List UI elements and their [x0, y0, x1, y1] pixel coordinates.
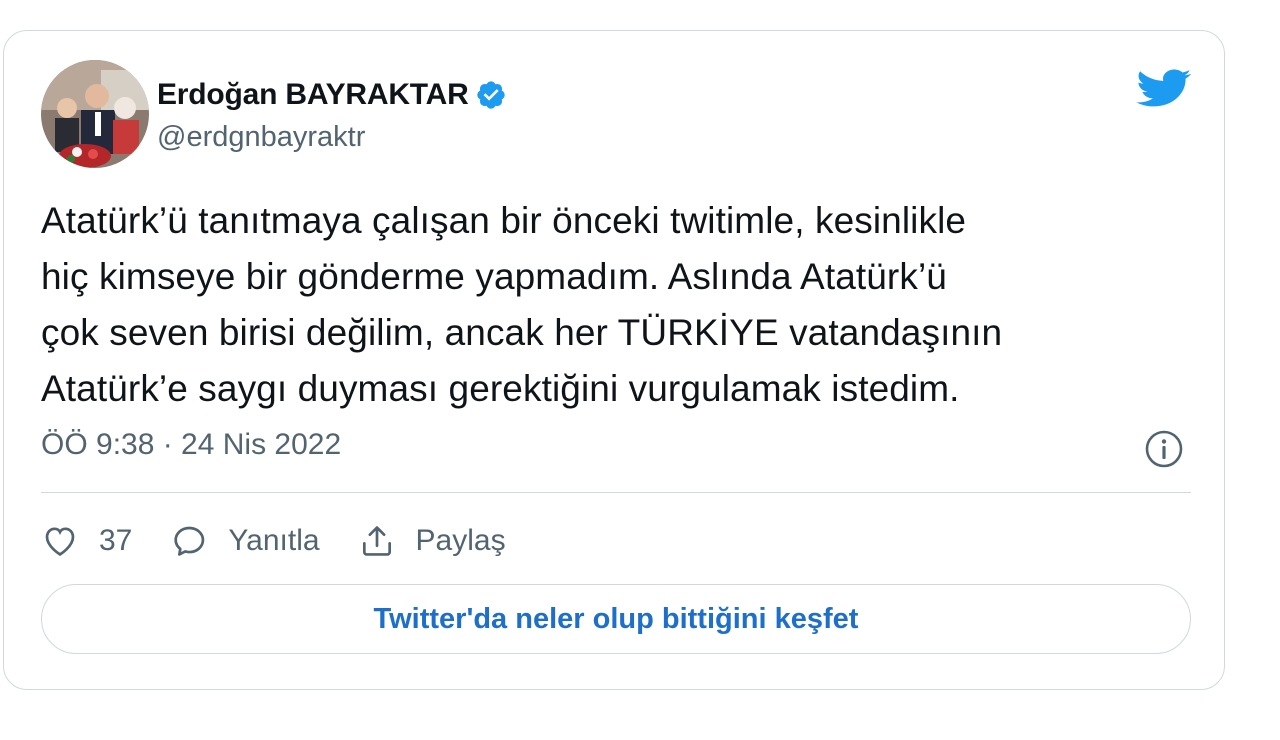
share-button[interactable]: Paylaş	[358, 522, 506, 560]
heart-icon	[45, 527, 75, 557]
explore-twitter-button[interactable]: Twitter'da neler olup bittiğini keşfet	[41, 584, 1191, 654]
reply-button[interactable]: Yanıtla	[170, 522, 320, 560]
tweet-actions: 37 Yanıtla Paylaş	[41, 519, 544, 563]
tweet-text-line: Atatürk’e saygı duyması gerektiğini vurg…	[41, 368, 960, 409]
tweet-text-line: Atatürk’ü tanıtmaya çalışan bir önceki t…	[41, 200, 967, 241]
reply-label: Yanıtla	[228, 524, 320, 557]
share-upload-icon	[362, 526, 391, 556]
tweet-card: Erdoğan BAYRAKTAR @erdgnbayraktr Atatürk…	[3, 30, 1225, 690]
tweet-text-line: hiç kimseye bir gönderme yapmadım. Aslın…	[41, 256, 947, 297]
author-name-row[interactable]: Erdoğan BAYRAKTAR	[157, 75, 507, 115]
divider	[41, 492, 1191, 493]
tweet-text-line: çok seven birisi değilim, ancak her TÜRK…	[41, 312, 1003, 353]
verified-badge-icon	[475, 79, 507, 111]
speech-bubble-icon	[174, 526, 205, 556]
author-handle[interactable]: @erdgnbayraktr	[157, 121, 365, 154]
info-icon[interactable]	[1144, 429, 1184, 469]
like-button[interactable]: 37	[41, 522, 132, 560]
tweet-timestamp[interactable]: ÖÖ 9:38 · 24 Nis 2022	[41, 428, 341, 462]
avatar[interactable]	[41, 60, 149, 168]
share-label: Paylaş	[415, 524, 506, 557]
like-count: 37	[99, 524, 133, 557]
author-display-name[interactable]: Erdoğan BAYRAKTAR	[157, 78, 469, 112]
tweet-text: Atatürk’ü tanıtmaya çalışan bir önceki t…	[41, 193, 1201, 417]
twitter-bird-icon[interactable]	[1134, 64, 1192, 112]
